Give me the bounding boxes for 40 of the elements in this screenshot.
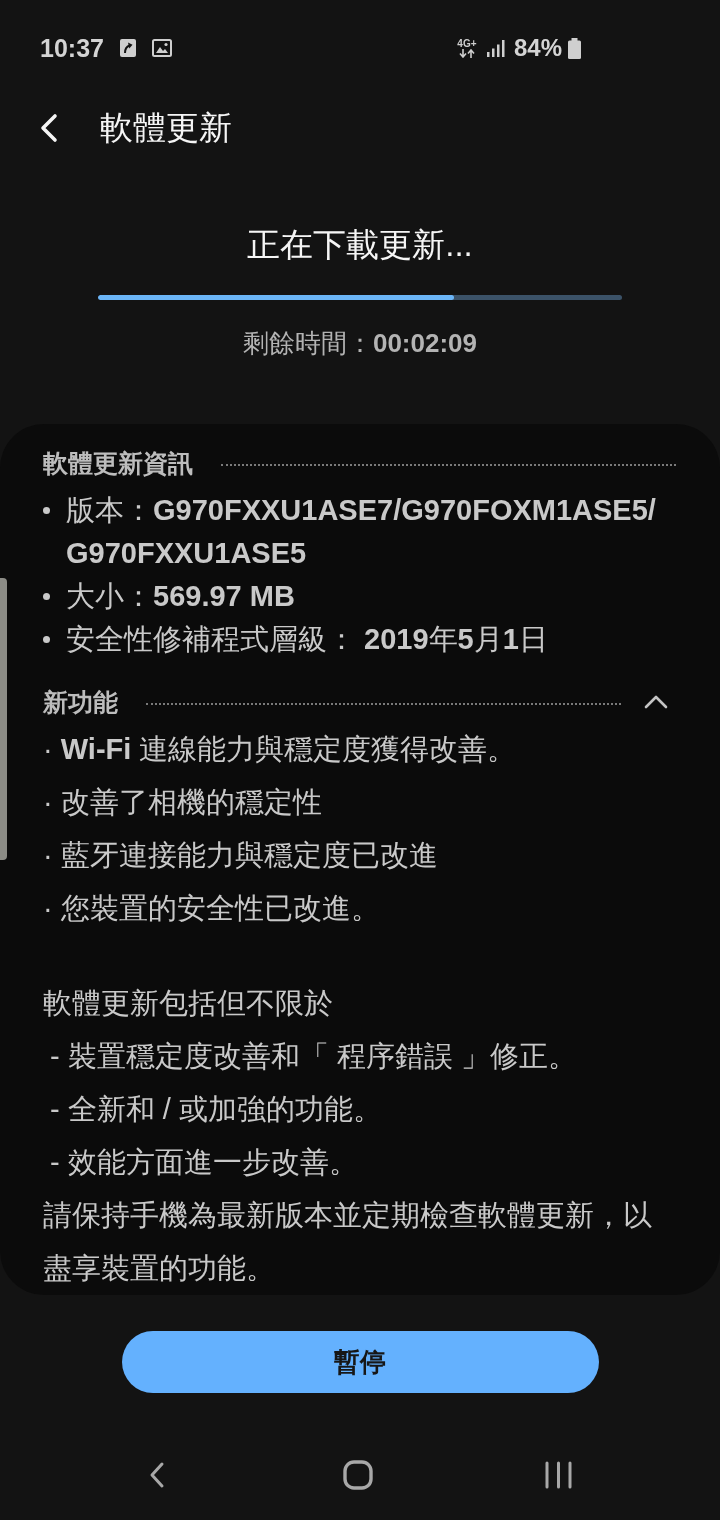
bullet-icon xyxy=(43,636,50,643)
nav-back-button[interactable] xyxy=(148,1461,166,1489)
page-title: 軟體更新 xyxy=(100,108,232,148)
bullet-icon xyxy=(43,593,50,600)
battery-icon xyxy=(568,37,581,59)
feature-item: · 藍牙連接能力與穩定度已改進 xyxy=(43,838,439,873)
notes-item: - 效能方面進一步改善。 xyxy=(49,1145,359,1180)
home-square-icon xyxy=(343,1460,373,1490)
battery-percentage: 84% xyxy=(513,36,562,60)
notes-footer: 請保持手機為最新版本並定期檢查軟體更新，以盡享裝置的功能。 xyxy=(43,1189,676,1295)
info-detail: 安全性修補程式層級： 2019年5月1日 xyxy=(66,622,548,657)
pause-button[interactable]: 暫停 xyxy=(121,1331,599,1393)
remaining-time: 剩餘時間：00:02:09 xyxy=(242,327,478,359)
feature-item: · 您裝置的安全性已改進。 xyxy=(43,891,381,926)
curved-arrow-tile-icon xyxy=(119,39,136,57)
image-icon xyxy=(151,39,172,57)
back-chevron-icon xyxy=(148,1461,166,1489)
section-heading: 軟體更新資訊 xyxy=(43,448,193,478)
notes-item: - 裝置穩定度改善和「 程序錯誤 」修正。 xyxy=(49,1039,578,1074)
feature-item: · 改善了相機的穩定性 xyxy=(43,785,323,820)
bullet-icon xyxy=(43,507,50,514)
edge-panel-handle[interactable] xyxy=(0,578,7,860)
nav-recents-button[interactable] xyxy=(545,1461,572,1489)
chevron-up-icon xyxy=(644,694,668,710)
network-type-label: 4G+ xyxy=(457,38,477,49)
info-detail: 大小：569.97 MB xyxy=(66,579,295,614)
recents-bars-icon xyxy=(545,1461,572,1489)
notes-item: - 全新和 / 或加強的功能。 xyxy=(49,1092,383,1127)
back-chevron-icon xyxy=(38,112,60,144)
info-detail: 版本：G970FXXU1ASE7/G970FOXM1ASE5/G970FXXU1ASE5 xyxy=(66,493,657,571)
status-time: 10:37 xyxy=(40,35,104,61)
section-heading: 新功能 xyxy=(43,687,118,717)
nav-home-button[interactable] xyxy=(343,1460,373,1490)
feature-item: · Wi-Fi 連線能力與穩定度獲得改善。 xyxy=(43,732,518,767)
back-button[interactable] xyxy=(38,112,60,144)
signal-icon xyxy=(486,39,506,57)
notes-intro: 軟體更新包括但不限於 xyxy=(43,986,334,1021)
collapse-toggle[interactable] xyxy=(644,694,668,710)
download-status-title: 正在下載更新... xyxy=(247,225,473,265)
data-arrows-icon xyxy=(458,49,475,58)
